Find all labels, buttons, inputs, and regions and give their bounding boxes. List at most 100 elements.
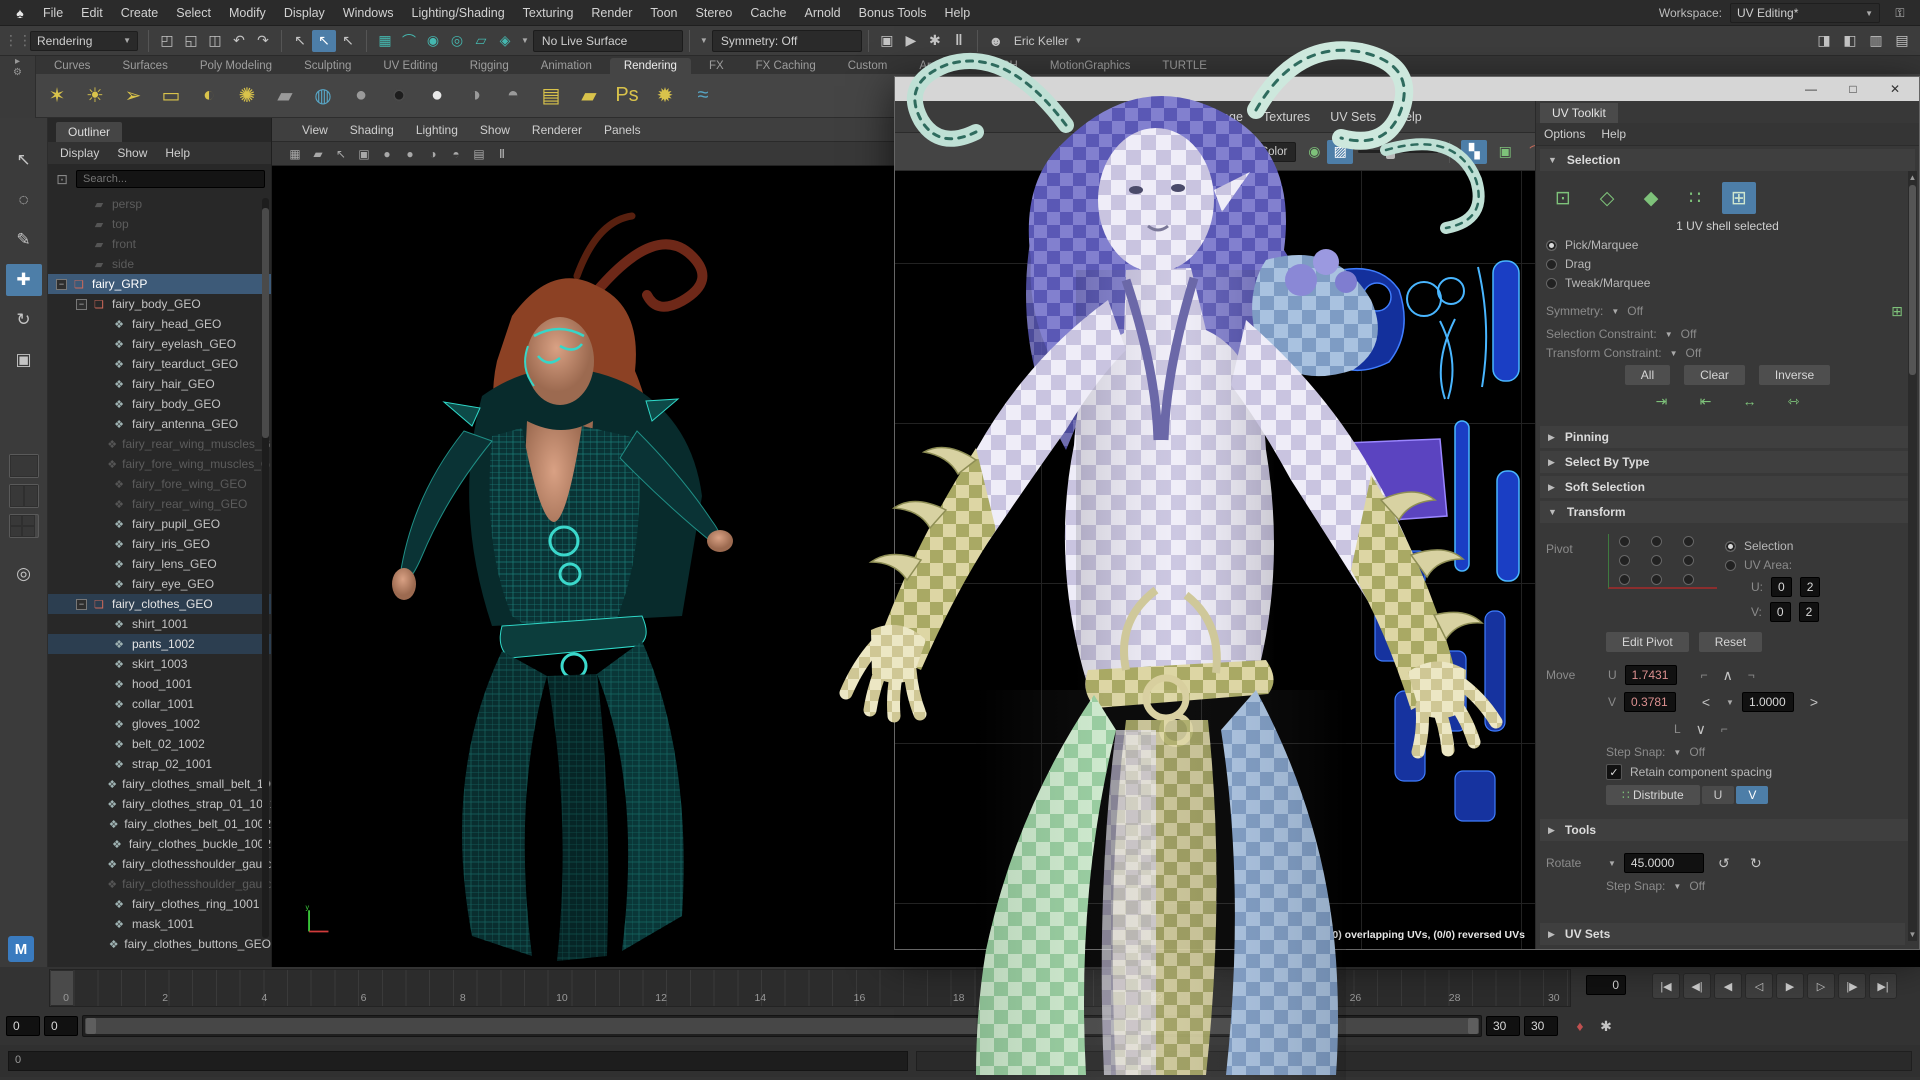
lasso-tool-icon[interactable]: ◌ <box>6 184 42 216</box>
ocean-icon[interactable]: ≈ <box>686 79 720 113</box>
auto-key-icon[interactable]: ♦ <box>1568 1015 1592 1037</box>
save-scene-icon[interactable]: ◫ <box>203 30 227 52</box>
snap-grid-icon[interactable]: ▦ <box>284 144 306 164</box>
camera-icon[interactable]: ▰ <box>268 79 302 113</box>
menu-item[interactable]: Bonus Tools <box>850 2 936 24</box>
modeling-toolkit-icon[interactable]: ▤ <box>1890 30 1914 52</box>
time-slider[interactable]: 024681012141618202224262830 <box>49 969 1571 1007</box>
maximize-icon[interactable]: □ <box>1833 79 1873 99</box>
texture-name-field[interactable]: fairy_clothes_baseColor <box>1155 142 1296 162</box>
section-selection[interactable]: ▼Selection <box>1540 149 1915 171</box>
outliner-row[interactable]: − ❏ fairy_body_GEO <box>48 294 271 314</box>
rotate-tool-icon[interactable]: ↻ <box>6 304 42 336</box>
attribute-editor-icon[interactable]: ◨ <box>1812 30 1836 52</box>
uv-point-select-icon[interactable]: ∷ <box>1678 182 1712 214</box>
shelf-tab[interactable]: MotionGraphics <box>1036 58 1145 74</box>
anim-prefs-icon[interactable]: ✱ <box>1594 1015 1618 1037</box>
live-surface-field[interactable]: No Live Surface <box>533 30 683 52</box>
viewport-menu-item[interactable]: Lighting <box>406 120 468 140</box>
pivot-mode-uv-area[interactable]: UV Area: <box>1725 558 1909 572</box>
pivot-button[interactable]: Edit Pivot <box>1606 632 1689 652</box>
nudge-left-icon[interactable]: < <box>1694 691 1718 713</box>
lambert-icon[interactable]: ● <box>420 79 454 113</box>
outliner-tab[interactable]: Outliner <box>56 122 122 142</box>
camera-icon[interactable]: ▰ <box>307 144 329 164</box>
shelf-tab[interactable]: MASH <box>971 58 1032 74</box>
menu-item[interactable]: Windows <box>334 2 403 24</box>
command-line-input[interactable]: 0 <box>8 1051 908 1071</box>
expand-toggle-icon[interactable]: − <box>76 599 87 610</box>
range-slider[interactable] <box>82 1015 1482 1037</box>
spot-light-icon[interactable]: ☀ <box>78 79 112 113</box>
menu-item[interactable]: Help <box>936 2 980 24</box>
menu-item[interactable]: Texturing <box>514 2 583 24</box>
outliner-row[interactable]: − ❖ fairy_clothes_belt_01_1002 <box>48 814 271 834</box>
redo-icon[interactable]: ↷ <box>251 30 275 52</box>
uv-toolkit-menu-item[interactable]: Options <box>1544 127 1585 141</box>
outliner-row[interactable]: − ❏ fairy_clothes_GEO <box>48 594 271 614</box>
marquee-select-icon[interactable]: ⊡ <box>1546 182 1580 214</box>
shelf-edge-controls[interactable]: ▸⚙ <box>0 56 36 118</box>
scale-tool-icon[interactable]: ▣ <box>6 344 42 376</box>
shelf-tab[interactable]: Poly Modeling <box>186 58 286 74</box>
outliner-row[interactable]: − ❖ fairy_rear_wing_muscles_GEO <box>48 434 271 454</box>
statusline-grip-icon[interactable]: ⋮⋮ <box>6 30 30 52</box>
lambert-icon[interactable]: ● <box>376 144 398 164</box>
distribute-u-button[interactable]: U <box>1702 786 1735 804</box>
shelf-tab[interactable]: Curves <box>40 58 104 74</box>
rgb-channels-icon[interactable]: ◉ <box>1301 140 1327 164</box>
shelf-tab[interactable]: Rigging <box>456 58 523 74</box>
outliner-row[interactable]: − ❖ fairy_clothes_small_belt_1002 <box>48 774 271 794</box>
env-ball-icon[interactable]: ◓ <box>496 79 530 113</box>
outliner-row[interactable]: − ❖ fairy_clothes_buckle_1002 <box>48 834 271 854</box>
uv-menu-item[interactable]: UV Sets <box>1320 106 1386 128</box>
menu-set-selector[interactable]: Rendering▼ <box>30 31 138 51</box>
menu-item[interactable]: File <box>34 2 72 24</box>
uv-toolkit-scrollbar[interactable]: ▲▼ <box>1908 171 1917 941</box>
move-tool-icon[interactable]: ✚ <box>6 264 42 296</box>
outliner-row[interactable]: − ▰ top <box>48 214 271 234</box>
distribute-button[interactable]: ∷ Distribute <box>1606 785 1700 805</box>
align-u-mid-icon[interactable]: ⇤ <box>1694 390 1718 412</box>
selection-mode-radio[interactable]: Pick/Marquee <box>1546 238 1909 252</box>
uv-menu-item[interactable]: Help <box>1386 106 1432 128</box>
outliner-row[interactable]: − ❖ fairy_body_GEO <box>48 394 271 414</box>
outliner-row[interactable]: − ❖ fairy_clothes_strap_01_1001 <box>48 794 271 814</box>
pause-icon[interactable]: ‖ <box>947 30 971 52</box>
shelf-tab[interactable]: UV Editing <box>369 58 451 74</box>
shelf-tab[interactable]: FX <box>695 58 738 74</box>
surface-shader-icon[interactable]: ◑ <box>458 79 492 113</box>
render-current-icon[interactable]: ▣ <box>875 30 899 52</box>
outliner-row[interactable]: − ❖ hood_1001 <box>48 674 271 694</box>
outliner-row[interactable]: − ❖ gloves_1002 <box>48 714 271 734</box>
menu-item[interactable]: Lighting/Shading <box>403 2 514 24</box>
select-tool-icon[interactable]: ↖ <box>6 144 42 176</box>
go-end-icon[interactable]: ▶| <box>1869 973 1897 999</box>
uv-menu-item[interactable]: Tools <box>1149 106 1198 128</box>
face-select-icon[interactable]: ◆ <box>1634 182 1668 214</box>
outliner-row[interactable]: − ❖ strap_02_1001 <box>48 754 271 774</box>
retain-spacing-checkbox[interactable]: ✓ <box>1606 764 1622 780</box>
close-icon[interactable]: ✕ <box>1875 79 1915 99</box>
exposure-slider[interactable] <box>1358 150 1438 153</box>
uv-area-v1[interactable]: 2 <box>1799 602 1820 622</box>
outliner-row[interactable]: − ❖ fairy_eye_GEO <box>48 574 271 594</box>
shelf-tab[interactable]: Custom <box>834 58 902 74</box>
phong-icon[interactable]: ● <box>382 79 416 113</box>
channel-box-icon[interactable]: ▥ <box>1864 30 1888 52</box>
new-scene-icon[interactable]: ◰ <box>155 30 179 52</box>
playback-end-field[interactable]: 30 <box>1486 1016 1520 1036</box>
uv-area-v0[interactable]: 0 <box>1770 602 1791 622</box>
minimize-icon[interactable]: — <box>1791 79 1831 99</box>
align-u-min-icon[interactable]: ⇥ <box>1650 390 1674 412</box>
ramp-icon[interactable]: ▤ <box>468 144 490 164</box>
rotate-step-snap-value[interactable]: Off <box>1689 879 1705 893</box>
expand-toggle-icon[interactable]: − <box>76 299 87 310</box>
shell-border-icon[interactable]: ▦ <box>1085 140 1111 164</box>
blinn-icon[interactable]: ● <box>399 144 421 164</box>
ambient-light-icon[interactable]: ◐ <box>192 79 226 113</box>
psd-icon[interactable]: Ps <box>610 79 644 113</box>
standard-surface-icon[interactable]: ◍ <box>306 79 340 113</box>
uv-canvas[interactable]: (1/0) UV shells, (0/0) overlapping UVs, … <box>895 171 1535 949</box>
outliner-row[interactable]: − ❖ fairy_tearduct_GEO <box>48 354 271 374</box>
